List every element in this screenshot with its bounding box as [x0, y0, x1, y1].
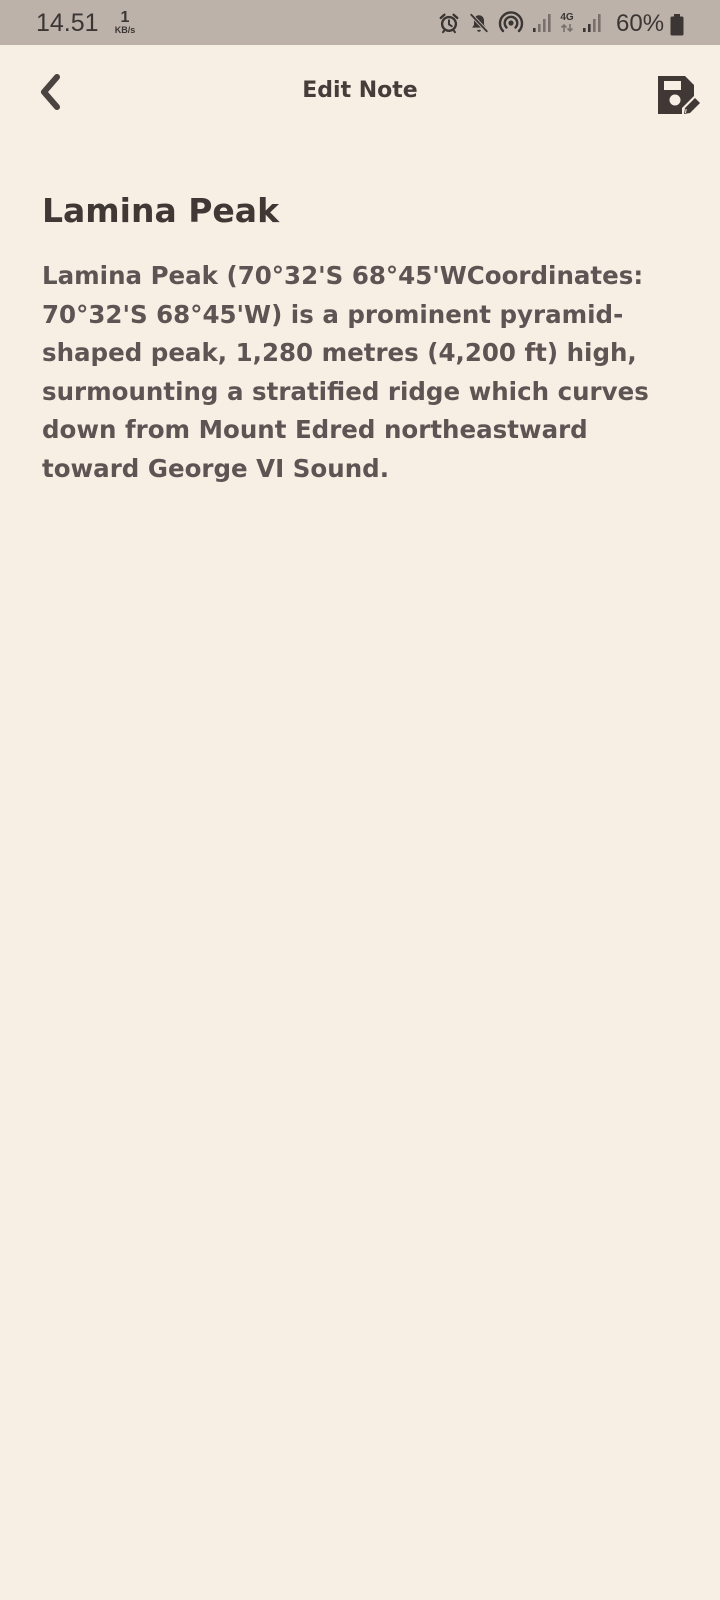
status-icons: 4G: [430, 10, 602, 36]
hotspot-icon: [498, 11, 524, 35]
network-speed-value: 1: [120, 9, 130, 26]
network-speed-unit: KB/s: [114, 25, 136, 35]
page-title: Edit Note: [302, 78, 418, 103]
network-4g-icon: 4G: [560, 13, 574, 33]
app-bar: Edit Note: [0, 45, 720, 145]
mute-icon: [468, 12, 490, 34]
status-time: 14.51: [36, 9, 99, 37]
status-bar: 14.51 1 KB/s 4G 60%: [0, 0, 720, 45]
edit-note-screen: 14.51 1 KB/s 4G 60% Edit Note Lamina Pea…: [0, 0, 720, 1600]
signal-icon: [532, 13, 552, 33]
network-speed: 1 KB/s: [110, 9, 140, 36]
note-content: Lamina Peak Lamina Peak (70°32'S 68°45'W…: [42, 187, 678, 488]
signal-icon: [582, 13, 602, 33]
note-title[interactable]: Lamina Peak: [42, 187, 678, 235]
battery-icon: [670, 14, 684, 40]
network-type-label: 4G: [560, 12, 574, 23]
battery-percent: 60%: [616, 10, 665, 37]
chevron-left-icon: [41, 74, 60, 110]
back-button[interactable]: [28, 67, 72, 117]
save-edit-icon: [658, 76, 700, 114]
save-button[interactable]: [652, 71, 702, 119]
note-body[interactable]: Lamina Peak (70°32'S 68°45'WCoordinates:…: [42, 257, 678, 488]
alarm-icon: [438, 12, 460, 34]
